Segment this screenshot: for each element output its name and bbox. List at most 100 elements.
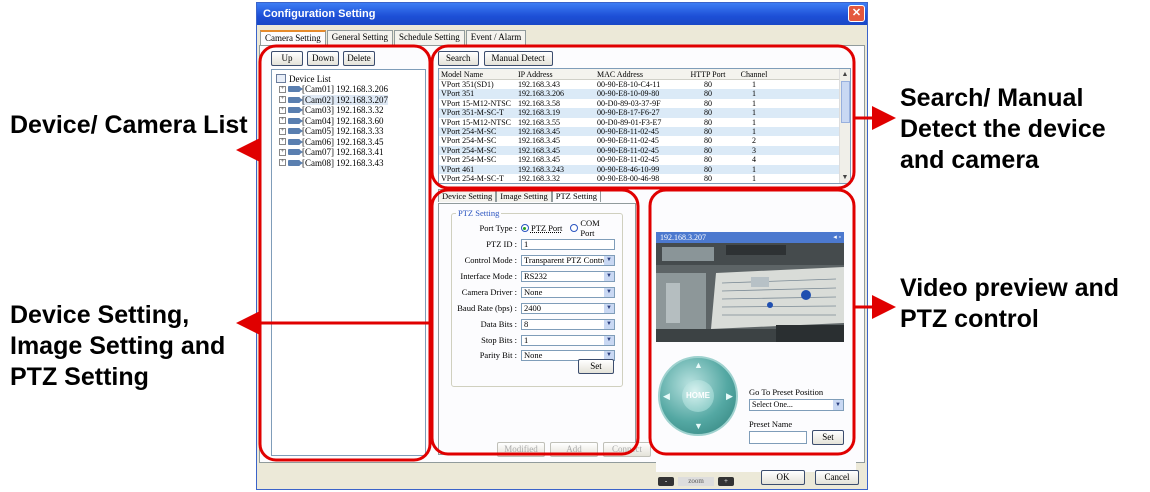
camera-driver-label: Camera Driver : (461, 287, 517, 297)
control-mode-select[interactable]: Transparent PTZ Control ▼ (521, 254, 615, 266)
delete-button[interactable]: Delete (343, 51, 375, 66)
expand-icon[interactable]: + (279, 96, 286, 104)
column-header[interactable]: HTTP Port (682, 69, 734, 79)
vertical-scrollbar[interactable]: ▲ ▼ (839, 69, 850, 183)
ptz-left-icon[interactable]: ◀ (663, 391, 670, 402)
chevron-down-icon[interactable]: ▼ (604, 255, 614, 265)
table-row[interactable]: VPort 351 192.168.3.206 00-90-E8-10-09-80 8… (439, 89, 850, 99)
table-cell: VPort 254-M-SC (441, 136, 497, 146)
scroll-down-icon[interactable]: ▼ (840, 172, 850, 183)
search-button[interactable]: Search (438, 51, 479, 66)
ptz-port-radio[interactable]: PTZ Port (520, 223, 562, 233)
select-value: 8 (524, 318, 529, 329)
expand-icon[interactable]: + (279, 159, 286, 167)
expand-icon[interactable]: + (279, 148, 286, 156)
tab-event-alarm[interactable]: Event / Alarm (465, 30, 527, 45)
table-cell: 00-D0-89-01-F3-E7 (597, 117, 662, 127)
table-row[interactable]: VPort 254-M-SC 192.168.3.45 00-90-E8-11-02… (439, 145, 850, 156)
ptz-down-icon[interactable]: ▼ (694, 421, 703, 431)
table-cell: 192.168.3.243 (518, 164, 564, 174)
table-row[interactable]: VPort 15-M12-NTSC 192.168.3.58 00-D0-89-03… (439, 99, 850, 108)
ptz-up-icon[interactable]: ▲ (694, 360, 703, 370)
stop-bits-row: Stop Bits : 1 ▼ (452, 334, 624, 346)
preset-name-input[interactable] (749, 431, 807, 444)
baud-rate-select[interactable]: 2400 ▼ (521, 302, 615, 314)
tree-item-cam08[interactable]: + [Cam08] 192.168.3.43 (276, 158, 421, 169)
connect-button[interactable]: Connect (603, 442, 651, 457)
device-list-root[interactable]: Device List (276, 73, 421, 84)
expand-icon[interactable]: + (279, 85, 286, 93)
ptz-right-icon[interactable]: ▶ (726, 391, 733, 402)
expand-icon[interactable]: + (279, 138, 286, 146)
manual-detect-button[interactable]: Manual Detect (483, 51, 553, 66)
select-value: Select One... (752, 400, 793, 409)
chevron-down-icon[interactable]: ▼ (604, 319, 614, 329)
modified-button[interactable]: Modified (497, 442, 545, 457)
ptz-home-button[interactable]: HOME (682, 380, 714, 412)
callout-video: Video preview and PTZ control (900, 274, 1120, 333)
preset-position-select[interactable]: Select One... ▼ (749, 399, 844, 411)
ok-button[interactable]: OK (761, 470, 805, 485)
tab-general-setting[interactable]: General Setting (326, 30, 393, 45)
tab-device-setting[interactable]: Device Setting (438, 189, 497, 202)
data-bits-select[interactable]: 8 ▼ (521, 318, 615, 330)
tree-item-cam03[interactable]: + [Cam03] 192.168.3.32 (276, 105, 421, 116)
up-button[interactable]: Up (271, 51, 303, 66)
column-header[interactable]: Channel (734, 69, 774, 79)
ptz-id-input[interactable]: 1 (521, 238, 615, 250)
interface-mode-select[interactable]: RS232 ▼ (521, 270, 615, 282)
com-port-radio[interactable]: COM Port (570, 218, 616, 238)
chevron-down-icon[interactable]: ▼ (604, 335, 614, 345)
table-row[interactable]: VPort 254-M-SC-T192.168.3.3200-90-E8-00-… (439, 174, 850, 183)
table-header: Model Name IP Address MAC Address HTTP P… (439, 69, 850, 80)
title-bar: Configuration Setting ✕ (257, 3, 867, 25)
table-row[interactable]: VPort 15-M12-NTSC 192.168.3.55 00-D0-89-01… (439, 118, 850, 127)
table-row[interactable]: VPort 254-M-SC 192.168.3.45 00-90-E8-11-02… (439, 155, 850, 164)
tab-schedule-setting[interactable]: Schedule Setting (393, 30, 465, 45)
tab-image-setting[interactable]: Image Setting (496, 189, 552, 202)
tab-ptz-setting[interactable]: PTZ Setting (551, 189, 602, 202)
down-button[interactable]: Down (307, 51, 339, 66)
column-header[interactable]: MAC Address (597, 69, 682, 79)
stop-bits-select[interactable]: 1 ▼ (521, 334, 615, 346)
tree-item-cam01[interactable]: + [Cam01] 192.168.3.206 (276, 84, 421, 95)
table-row[interactable]: VPort 351(SD1) 192.168.3.43 00-90-E8-10-C4… (439, 80, 850, 89)
table-row[interactable]: VPort 254-M-SC 192.168.3.45 00-90-E8-11-02… (439, 126, 850, 137)
scroll-thumb[interactable] (841, 81, 850, 123)
column-header[interactable]: IP Address (518, 69, 597, 79)
column-header[interactable]: Model Name (439, 69, 518, 79)
add-button[interactable]: Add (550, 442, 598, 457)
table-row[interactable]: VPort 461 192.168.3.243 00-90-E8-46-10-99 8… (439, 164, 850, 174)
camera-driver-select[interactable]: None ▼ (521, 286, 615, 298)
preset-set-button[interactable]: Set (812, 430, 844, 445)
ptz-direction-pad[interactable]: ▲ ▼ ◀ ▶ HOME (658, 356, 738, 436)
zoom-out-button[interactable]: - (658, 476, 674, 486)
tree-item-label: [Cam03] 192.168.3.32 (302, 105, 384, 116)
chevron-down-icon[interactable]: ▼ (604, 287, 614, 297)
close-icon[interactable]: ✕ (848, 5, 865, 22)
expand-icon[interactable]: + (279, 106, 286, 114)
table-cell: 80 (704, 164, 712, 174)
tree-item-cam05[interactable]: + [Cam05] 192.168.3.33 (276, 126, 421, 137)
zoom-in-button[interactable]: + (718, 476, 734, 486)
table-row[interactable]: VPort 351-M-SC-T 192.168.3.19 00-90-E8-17-… (439, 108, 850, 118)
tree-item-cam06[interactable]: + [Cam06] 192.168.3.45 (276, 137, 421, 148)
chevron-down-icon[interactable]: ▼ (604, 303, 614, 313)
tree-item-label: [Cam07] 192.168.3.41 (302, 147, 384, 158)
callout-search: Search/ Manual Detect the device and cam… (900, 84, 1106, 174)
table-row[interactable]: VPort 254-M-SC-T192.168.3.3200-90-E8-00-… (439, 183, 850, 184)
expand-icon[interactable]: + (279, 127, 286, 135)
table-row[interactable]: VPort 254-M-SC 192.168.3.45 00-90-E8-11-02… (439, 136, 850, 145)
tree-item-cam02[interactable]: + [Cam02] 192.168.3.207 (276, 94, 421, 106)
chevron-down-icon[interactable]: ▼ (833, 400, 843, 410)
ptz-set-button[interactable]: Set (578, 359, 614, 374)
scroll-up-icon[interactable]: ▲ (840, 69, 850, 80)
expand-icon[interactable]: + (279, 117, 286, 125)
cancel-button[interactable]: Cancel (815, 470, 859, 485)
camera-icon (288, 159, 303, 166)
tree-item-cam07[interactable]: + [Cam07] 192.168.3.41 (276, 147, 421, 158)
chevron-down-icon[interactable]: ▼ (604, 271, 614, 281)
tab-camera-setting[interactable]: Camera Setting (260, 30, 326, 45)
video-window-icons[interactable]: ◂ ▫ (833, 232, 841, 243)
tree-item-cam04[interactable]: + [Cam04] 192.168.3.60 (276, 116, 421, 127)
